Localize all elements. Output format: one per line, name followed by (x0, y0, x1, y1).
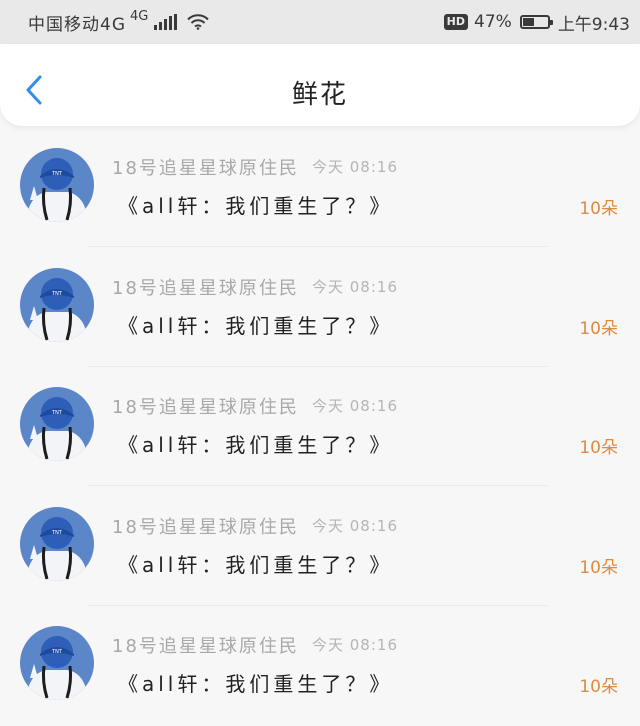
list-item[interactable]: TNT 18号追星星球原住民 今天 08:16 《all轩：我们重生了？》 10… (0, 248, 640, 368)
username: 18号追星星球原住民 (112, 397, 299, 418)
avatar[interactable]: TNT (20, 626, 94, 700)
signal-icon (154, 14, 178, 30)
header: 鲜花 (0, 44, 640, 126)
avatar[interactable]: TNT (20, 267, 94, 342)
avatar[interactable]: TNT (20, 506, 94, 581)
timestamp: 今天 08:16 (312, 636, 398, 654)
wifi-icon (187, 14, 210, 30)
svg-text:TNT: TNT (51, 291, 63, 297)
username: 18号追星星球原住民 (112, 158, 299, 179)
page-title: 鲜花 (291, 80, 348, 110)
username: 18号追星星球原住民 (112, 277, 299, 299)
status-bar-right: HD 47% 上午9:43 (443, 10, 630, 35)
clock: 上午9:43 (557, 14, 630, 35)
battery-percent: 47% (474, 12, 512, 32)
timestamp: 今天 08:16 (312, 397, 398, 415)
flower-amount: 10朵 (579, 318, 618, 339)
hd-badge: HD (443, 14, 469, 30)
username: 18号追星星球原住民 (112, 636, 299, 657)
list-item[interactable]: TNT 18号追星星球原住民 今天 08:16 《all轩：我们重生了？》 10… (0, 367, 640, 487)
message-text: 《all轩：我们重生了？》 (118, 194, 394, 218)
flower-amount: 10朵 (579, 677, 618, 697)
flower-amount: 10朵 (579, 438, 618, 458)
carrier-label: 中国移动4G (28, 14, 126, 35)
svg-text:TNT: TNT (51, 171, 63, 177)
battery-icon (519, 15, 553, 29)
flower-amount: 10朵 (579, 557, 618, 578)
svg-text:TNT: TNT (51, 530, 63, 536)
battery-level (522, 18, 535, 26)
list-item[interactable]: TNT 18号追星星球原住民 今天 08:16 《all轩：我们重生了？》 10… (0, 606, 640, 726)
message-text: 《all轩：我们重生了？》 (118, 433, 394, 457)
list-item[interactable]: TNT 18号追星星球原住民 今天 08:16 《all轩：我们重生了？》 10… (0, 487, 640, 607)
avatar[interactable]: TNT (20, 387, 94, 461)
timestamp: 今天 08:16 (312, 277, 398, 296)
list-item[interactable]: TNT 18号追星星球原住民 今天 08:16 《all轩：我们重生了？》 10… (0, 128, 640, 248)
svg-text:TNT: TNT (51, 410, 63, 416)
avatar[interactable]: TNT (20, 148, 94, 222)
message-text: 《all轩：我们重生了？》 (118, 552, 394, 577)
message-text: 《all轩：我们重生了？》 (118, 313, 394, 338)
network-type-label: 4G (130, 8, 149, 24)
status-bar: 中国移动4G 4G HD 47% 上午9:43 (0, 0, 640, 44)
gift-list: TNT 18号追星星球原住民 今天 08:16 《all轩：我们重生了？》 10… (0, 128, 640, 726)
flower-amount: 10朵 (579, 199, 618, 219)
svg-text:TNT: TNT (51, 649, 63, 655)
timestamp: 今天 08:16 (312, 158, 398, 176)
username: 18号追星星球原住民 (112, 516, 299, 538)
message-text: 《all轩：我们重生了？》 (118, 672, 394, 696)
status-bar-left: 中国移动4G 4G (28, 8, 210, 35)
timestamp: 今天 08:16 (312, 516, 398, 535)
